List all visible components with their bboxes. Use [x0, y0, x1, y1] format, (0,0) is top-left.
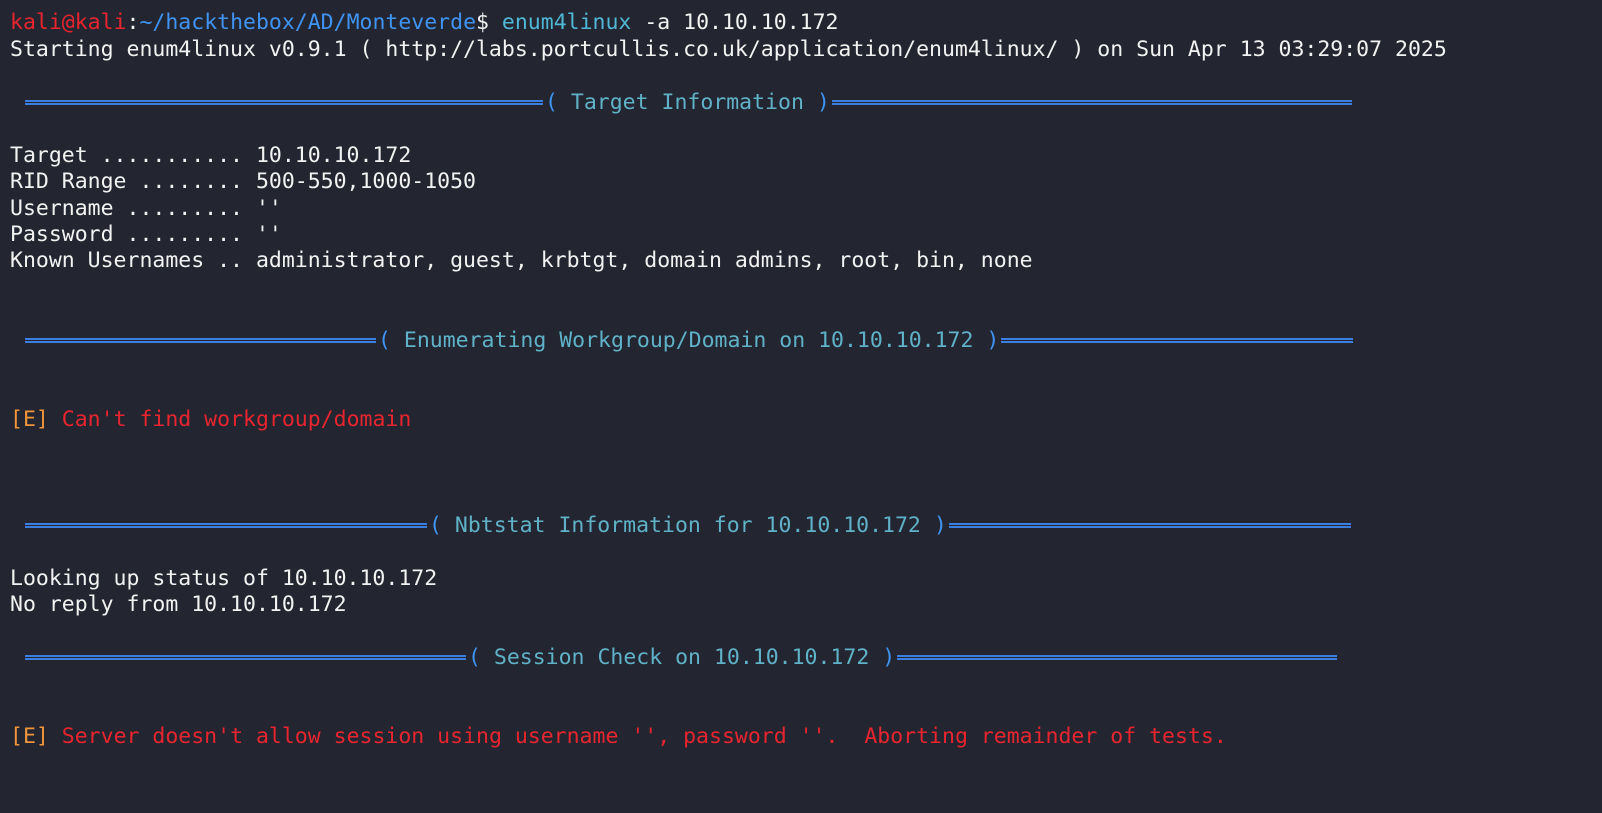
target-info-line: Known Usernames .. administrator, guest,…	[10, 248, 1033, 273]
prompt-colon: :	[126, 10, 140, 35]
section-header-session: ( Session Check on 10.10.10.172 )	[25, 644, 1338, 671]
section-header-nbtstat: ( Nbtstat Information for 10.10.10.172 )	[25, 512, 1351, 539]
target-info-line: RID Range ........ 500-550,1000-1050	[10, 169, 476, 194]
nbtstat-output-line: Looking up status of 10.10.10.172	[10, 566, 438, 591]
section-title-target: Target Information	[570, 90, 804, 115]
header-rule-left	[25, 523, 427, 528]
command-prompt-line: kali@kali:~/hackthebox/AD/Monteverde$ en…	[10, 9, 838, 36]
section-title-nbtstat: Nbtstat Information for 10.10.10.172	[454, 513, 921, 538]
section-title-session: Session Check on 10.10.10.172	[493, 645, 870, 670]
header-rule-right	[1001, 338, 1354, 343]
prompt-symbol: $	[476, 10, 489, 35]
header-rule-right	[948, 523, 1351, 528]
terminal-window[interactable]: kali@kali:~/hackthebox/AD/Monteverde$ en…	[0, 0, 1602, 813]
header-rule-right	[897, 655, 1338, 660]
start-line: Starting enum4linux v0.9.1 ( http://labs…	[10, 37, 1447, 62]
nbtstat-output-line: No reply from 10.10.10.172	[10, 592, 347, 617]
header-rule-left	[25, 100, 543, 105]
prompt-path: ~/hackthebox/AD/Monteverde	[139, 10, 477, 35]
error-line-workgroup: [E] Can't find workgroup/domain	[10, 406, 411, 433]
target-info-line: Password ......... ''	[10, 222, 282, 247]
prompt-at: @	[61, 10, 75, 35]
error-tag: [E]	[10, 724, 49, 749]
section-header-target: ( Target Information )	[25, 89, 1352, 116]
command-args: -a 10.10.10.172	[631, 10, 839, 35]
command-name: enum4linux	[501, 10, 632, 35]
section-title-workgroup: Enumerating Workgroup/Domain on 10.10.10…	[403, 328, 974, 353]
error-message: Can't find workgroup/domain	[61, 407, 412, 432]
prompt-host: kali	[74, 10, 127, 35]
header-rule-left	[25, 655, 466, 660]
error-message: Server doesn't allow session using usern…	[61, 724, 1227, 749]
prompt-user: kali	[10, 10, 62, 35]
target-info-line: Target ........... 10.10.10.172	[10, 143, 412, 168]
target-info-line: Username ......... ''	[10, 196, 282, 221]
header-rule-right	[831, 100, 1352, 105]
section-header-workgroup: ( Enumerating Workgroup/Domain on 10.10.…	[25, 327, 1354, 354]
error-tag: [E]	[10, 407, 49, 432]
header-rule-left	[25, 338, 376, 343]
error-line-session: [E] Server doesn't allow session using u…	[10, 723, 1227, 750]
